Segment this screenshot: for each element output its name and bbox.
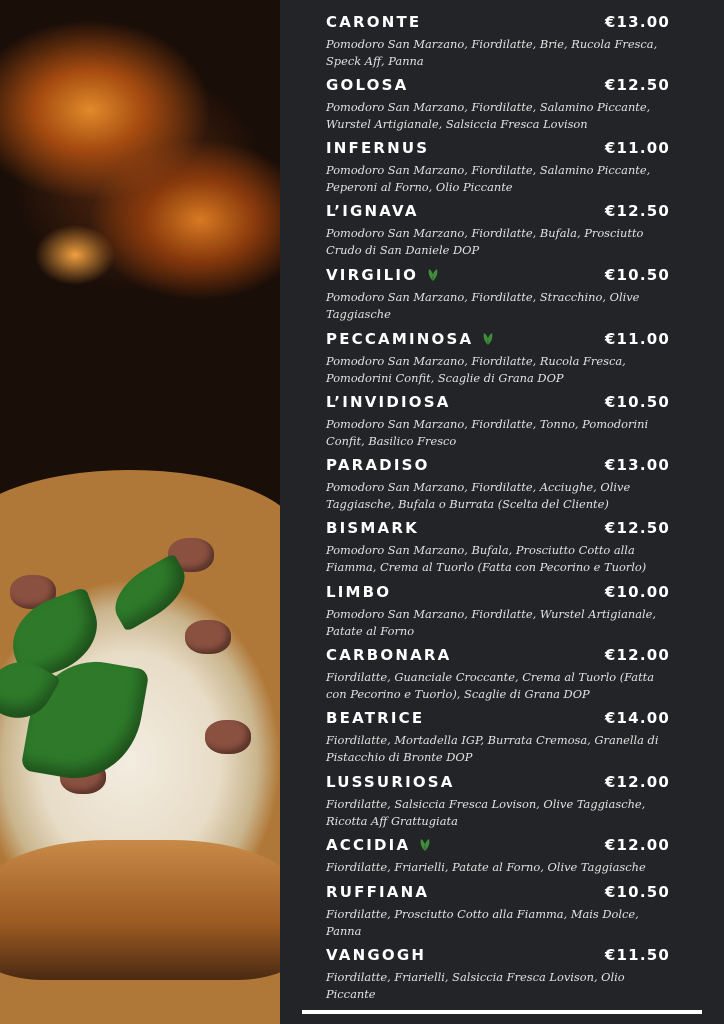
- pizza-ingredients: Pomodoro San Marzano, Fiordilatte, Salam…: [326, 163, 651, 194]
- menu-item: BEATRICE €14.00 Fiordilatte, Mortadella …: [326, 708, 670, 766]
- pizza-ingredients: Pomodoro San Marzano, Fiordilatte, Wurst…: [326, 607, 657, 638]
- menu-item: L’IGNAVA €12.50 Pomodoro San Marzano, Fi…: [326, 201, 670, 259]
- pizza-name: LIMBO: [326, 583, 392, 601]
- pizza-name: GOLOSA: [326, 76, 409, 94]
- pizza-ingredients: Fiordilatte, Friarielli, Salsiccia Fresc…: [326, 970, 625, 1001]
- pizza-crust: [0, 840, 280, 980]
- menu-item: VANGOGH €11.50 Fiordilatte, Friarielli, …: [326, 945, 670, 1003]
- vegetarian-leaf-icon: [428, 269, 438, 281]
- pizza-name: RUFFIANA: [326, 883, 430, 901]
- pizza-price: €12.00: [604, 836, 670, 854]
- pizza-ingredients: Fiordilatte, Prosciutto Cotto alla Fiamm…: [326, 907, 639, 938]
- menu-item: CARBONARA €12.00 Fiordilatte, Guanciale …: [326, 645, 670, 703]
- pizza-ingredients: Pomodoro San Marzano, Fiordilatte, Bufal…: [326, 226, 644, 257]
- menu-item: ACCIDIA €12.00 Fiordilatte, Friarielli, …: [326, 835, 670, 876]
- pizza-ingredients: Fiordilatte, Salsiccia Fresca Lovison, O…: [326, 797, 646, 828]
- menu-item: GOLOSA €12.50 Pomodoro San Marzano, Fior…: [326, 75, 670, 133]
- pizza-price: €12.00: [604, 646, 670, 664]
- menu-item: LUSSURIOSA €12.00 Fiordilatte, Salsiccia…: [326, 772, 670, 830]
- pizza-name: LUSSURIOSA: [326, 773, 455, 791]
- menu-item: BISMARK €12.50 Pomodoro San Marzano, Buf…: [326, 518, 670, 576]
- pizza-price: €10.50: [604, 393, 670, 411]
- pizza-ingredients: Pomodoro San Marzano, Fiordilatte, Rucol…: [326, 354, 626, 385]
- menu-item: VIRGILIO €10.50 Pomodoro San Marzano, Fi…: [326, 265, 670, 323]
- pizza-price: €10.50: [604, 883, 670, 901]
- pizza-price: €10.50: [604, 266, 670, 284]
- pizza-name: ACCIDIA: [326, 836, 432, 854]
- pizza-name: PECCAMINOSA: [326, 330, 495, 348]
- menu-item: LIMBO €10.00 Pomodoro San Marzano, Fiord…: [326, 582, 670, 640]
- pizza-ingredients: Pomodoro San Marzano, Fiordilatte, Tonno…: [326, 417, 649, 448]
- pizza-price: €14.00: [604, 709, 670, 727]
- pizza-name-text: PECCAMINOSA: [326, 330, 474, 348]
- menu-item: INFERNUS €11.00 Pomodoro San Marzano, Fi…: [326, 138, 670, 196]
- pizza-price: €12.50: [604, 519, 670, 537]
- pizza-ingredients: Fiordilatte, Guanciale Croccante, Crema …: [326, 670, 655, 701]
- pizza-name: BISMARK: [326, 519, 419, 537]
- menu-item: PECCAMINOSA €11.00 Pomodoro San Marzano,…: [326, 329, 670, 387]
- pizza-name-text: ACCIDIA: [326, 836, 411, 854]
- pizza-ingredients: Fiordilatte, Friarielli, Patate al Forno…: [326, 860, 646, 874]
- pizza-price: €11.00: [604, 330, 670, 348]
- menu-item: PARADISO €13.00 Pomodoro San Marzano, Fi…: [326, 455, 670, 513]
- pizza-price: €11.50: [604, 946, 670, 964]
- pizza-ingredients: Pomodoro San Marzano, Fiordilatte, Brie,…: [326, 37, 658, 68]
- pizza-price: €13.00: [604, 456, 670, 474]
- menu-item: CARONTE €13.00 Pomodoro San Marzano, Fio…: [326, 12, 670, 70]
- pizza-name: PARADISO: [326, 456, 430, 474]
- pizza-name: CARONTE: [326, 13, 422, 31]
- pizza-price: €13.00: [604, 13, 670, 31]
- pizza-name: CARBONARA: [326, 646, 452, 664]
- pizza-name: VANGOGH: [326, 946, 427, 964]
- pizza-name: L’IGNAVA: [326, 202, 419, 220]
- pizza-name: INFERNUS: [326, 139, 430, 157]
- vegetarian-leaf-icon: [420, 839, 430, 851]
- divider: [302, 1010, 702, 1014]
- pizza-ingredients: Pomodoro San Marzano, Fiordilatte, Salam…: [326, 100, 651, 131]
- pizza-name: L’INVIDIOSA: [326, 393, 451, 411]
- pizza-name: BEATRICE: [326, 709, 425, 727]
- pizza-price: €12.00: [604, 773, 670, 791]
- menu-item: L’INVIDIOSA €10.50 Pomodoro San Marzano,…: [326, 392, 670, 450]
- pizza-price: €10.00: [604, 583, 670, 601]
- sausage-topping: [185, 620, 231, 654]
- pizza-photo: [0, 0, 280, 1024]
- pizza-name: VIRGILIO: [326, 266, 440, 284]
- pizza-ingredients: Pomodoro San Marzano, Fiordilatte, Strac…: [326, 290, 640, 321]
- pizza-ingredients: Fiordilatte, Mortadella IGP, Burrata Cre…: [326, 733, 659, 764]
- pizza-ingredients: Pomodoro San Marzano, Fiordilatte, Acciu…: [326, 480, 631, 511]
- pizza-ingredients: Pomodoro San Marzano, Bufala, Prosciutto…: [326, 543, 647, 574]
- pizza-name-text: VIRGILIO: [326, 266, 419, 284]
- vegetarian-leaf-icon: [483, 333, 493, 345]
- sausage-topping: [205, 720, 251, 754]
- pizza-price: €12.50: [604, 202, 670, 220]
- pizza-price: €12.50: [604, 76, 670, 94]
- pizza-price: €11.00: [604, 139, 670, 157]
- menu-item: RUFFIANA €10.50 Fiordilatte, Prosciutto …: [326, 882, 670, 940]
